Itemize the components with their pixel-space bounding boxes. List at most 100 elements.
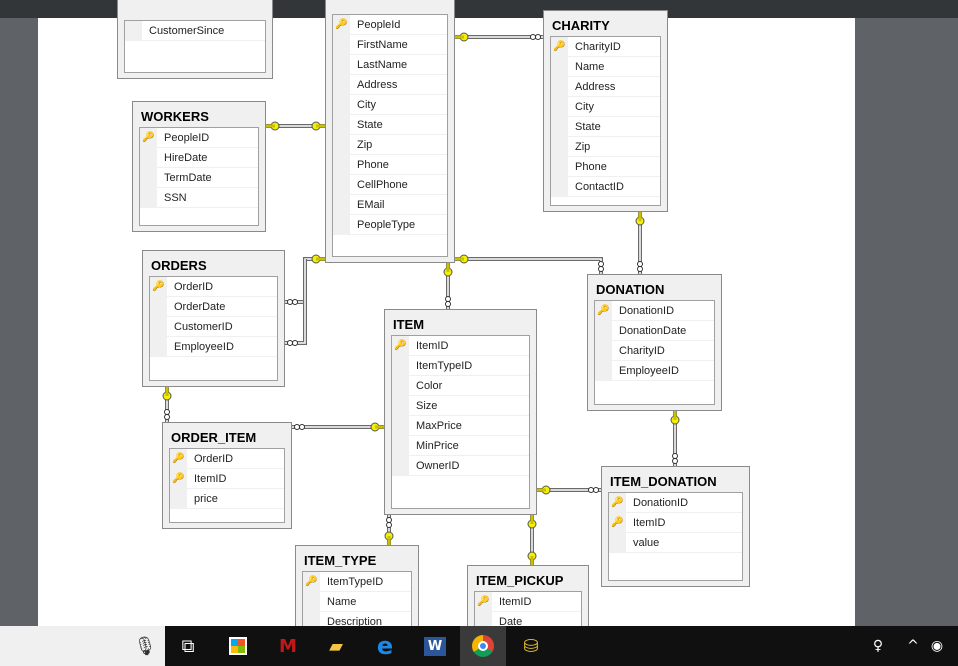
column-row[interactable]: PeopleType [333, 215, 447, 235]
column-row[interactable]: 🔑 DonationID [595, 301, 714, 321]
column-row[interactable]: State [551, 117, 660, 137]
column-name: Zip [357, 139, 373, 151]
table-item-donation[interactable]: ITEM_DONATION 🔑 DonationID 🔑 ItemID value [601, 466, 750, 587]
column-row[interactable]: 🔑 OrderID [170, 449, 284, 469]
column-name: ItemID [633, 517, 666, 529]
column-list: 🔑 PeopleId FirstName LastName Address City Sta… [332, 14, 448, 257]
column-name: LastName [357, 59, 408, 71]
column-row[interactable]: 🔑 DonationID [609, 493, 742, 513]
column-row[interactable]: 🔑 ItemID [475, 592, 581, 612]
column-name: price [194, 493, 218, 505]
column-row[interactable]: EmployeeID [150, 337, 277, 357]
column-row[interactable]: Zip [551, 137, 660, 157]
microphone-icon[interactable]: 🎙 [122, 626, 168, 666]
column-row[interactable]: OrderDate [150, 297, 277, 317]
sql-tool-icon[interactable]: ⛁ [508, 626, 554, 666]
column-name: ItemTypeID [416, 360, 473, 372]
table-order-item[interactable]: ORDER_ITEM 🔑 OrderID 🔑 ItemID price [162, 422, 292, 529]
task-view-icon[interactable]: ⧉ [165, 626, 211, 666]
column-row[interactable]: 🔑 ItemID [392, 336, 529, 356]
column-row[interactable]: City [333, 95, 447, 115]
table-orders[interactable]: ORDERS 🔑 OrderID OrderDate CustomerID Employe… [142, 250, 285, 387]
column-row[interactable]: 🔑 ItemTypeID [303, 572, 411, 592]
row-selector [140, 188, 157, 207]
column-row[interactable]: 🔑 PeopleId [333, 15, 447, 35]
column-row[interactable]: MaxPrice [392, 416, 529, 436]
column-row[interactable]: State [333, 115, 447, 135]
table-people[interactable]: 🔑 PeopleId FirstName LastName Address City Sta… [325, 0, 455, 263]
table-customer[interactable]: CustomerSince [117, 0, 273, 79]
column-row[interactable]: Name [303, 592, 411, 612]
column-row[interactable]: DonationDate [595, 321, 714, 341]
column-row[interactable]: value [609, 533, 742, 553]
column-row[interactable]: LastName [333, 55, 447, 75]
column-row[interactable]: Zip [333, 135, 447, 155]
column-row[interactable]: CellPhone [333, 175, 447, 195]
column-row[interactable]: 🔑 OrderID [150, 277, 277, 297]
column-name: MinPrice [416, 440, 459, 452]
column-row[interactable]: Color [392, 376, 529, 396]
column-row[interactable]: TermDate [140, 168, 258, 188]
many-end-icon [287, 340, 293, 346]
column-row[interactable]: EMail [333, 195, 447, 215]
column-row[interactable]: HireDate [140, 148, 258, 168]
chrome-icon[interactable] [460, 626, 506, 666]
column-row[interactable]: CustomerID [150, 317, 277, 337]
row-selector [333, 155, 350, 174]
word-icon[interactable]: W [412, 626, 458, 666]
column-row[interactable]: MinPrice [392, 436, 529, 456]
many-end-icon [637, 266, 643, 272]
mcafee-icon[interactable]: M [265, 626, 311, 666]
row-selector [551, 77, 568, 96]
row-selector [551, 97, 568, 116]
column-row[interactable]: ContactID [551, 177, 660, 197]
row-selector [140, 168, 157, 187]
column-list: 🔑 DonationID 🔑 ItemID value [608, 492, 743, 581]
column-row[interactable]: ItemTypeID [392, 356, 529, 376]
column-row[interactable]: 🔑 ItemID [170, 469, 284, 489]
edge-icon[interactable]: e [362, 626, 408, 666]
primary-key-icon: 🔑 [392, 336, 409, 355]
row-selector [140, 148, 157, 167]
row-selector [392, 456, 409, 475]
many-end-icon [588, 487, 594, 493]
row-selector [333, 175, 350, 194]
column-row[interactable]: 🔑 CharityID [551, 37, 660, 57]
column-row[interactable]: OwnerID [392, 456, 529, 476]
column-name: CustomerSince [149, 25, 225, 37]
primary-key-icon: 🔑 [333, 15, 350, 34]
column-row[interactable]: Address [551, 77, 660, 97]
column-name: OrderID [174, 281, 214, 293]
column-row[interactable]: SSN [140, 188, 258, 208]
column-row[interactable]: CharityID [595, 341, 714, 361]
many-end-icon [672, 458, 678, 464]
file-explorer-icon[interactable]: ▰ [313, 626, 359, 666]
column-name: OrderID [194, 453, 234, 465]
column-row[interactable]: Address [333, 75, 447, 95]
column-row[interactable]: FirstName [333, 35, 447, 55]
table-donation[interactable]: DONATION 🔑 DonationID DonationDate CharityID… [587, 274, 722, 411]
record-icon[interactable]: ◉ [914, 626, 958, 666]
column-row[interactable]: Phone [333, 155, 447, 175]
column-row[interactable]: EmployeeID [595, 361, 714, 381]
row-selector [125, 21, 142, 40]
many-end-icon [386, 517, 392, 523]
row-selector [392, 356, 409, 375]
table-item[interactable]: ITEM 🔑 ItemID ItemTypeID Color Size MaxPrice Mi… [384, 309, 537, 515]
row-selector [392, 416, 409, 435]
column-list: 🔑 ItemID ItemTypeID Color Size MaxPrice MinPri… [391, 335, 530, 509]
table-workers[interactable]: WORKERS 🔑 PeopleID HireDate TermDate SSN [132, 101, 266, 232]
column-row[interactable]: 🔑 PeopleID [140, 128, 258, 148]
many-end-icon [294, 424, 300, 430]
column-row[interactable]: 🔑 ItemID [609, 513, 742, 533]
column-row[interactable]: Phone [551, 157, 660, 177]
column-row[interactable]: City [551, 97, 660, 117]
row-selector [333, 95, 350, 114]
table-charity[interactable]: CHARITY 🔑 CharityID Name Address City State Zip… [543, 10, 668, 212]
column-row[interactable]: Name [551, 57, 660, 77]
column-row[interactable]: price [170, 489, 284, 509]
column-row[interactable]: CustomerSince [125, 21, 265, 41]
column-row[interactable]: Size [392, 396, 529, 416]
store-icon[interactable] [215, 626, 261, 666]
row-selector [595, 321, 612, 340]
